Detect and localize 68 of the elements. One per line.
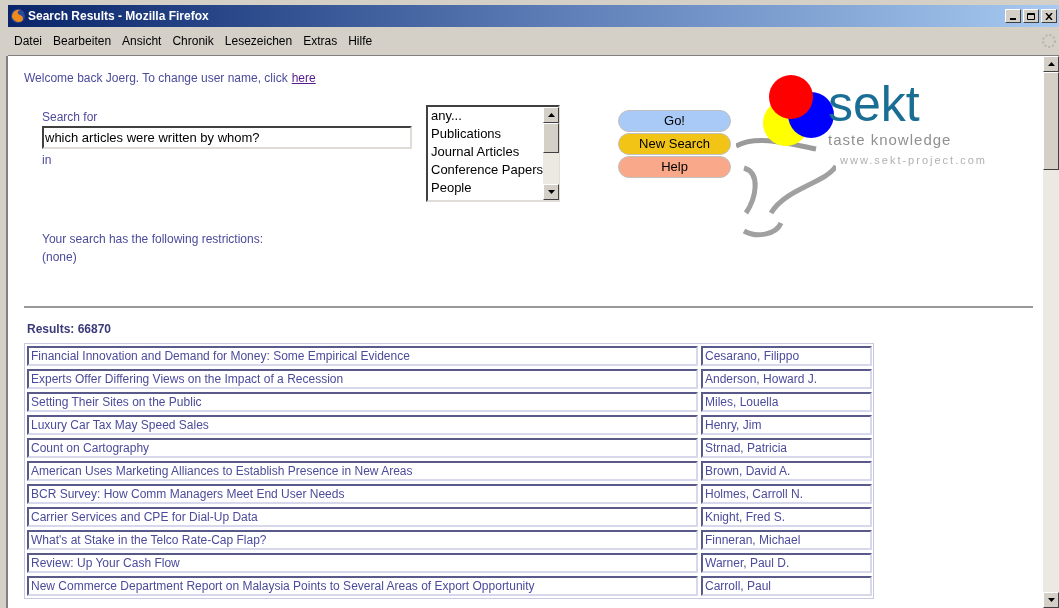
action-button[interactable]: Help — [618, 156, 731, 178]
maximize-button[interactable] — [1023, 9, 1039, 23]
title-cell[interactable]: Setting Their Sites on the Public — [27, 392, 698, 412]
scroll-up-button[interactable] — [543, 107, 559, 123]
menu-item[interactable]: Ansicht — [122, 32, 162, 50]
scroll-down-button[interactable] — [1043, 592, 1059, 608]
change-name-link[interactable]: here — [291, 69, 316, 87]
title-cell[interactable]: BCR Survey: How Comm Managers Meet End User Needs — [27, 484, 698, 504]
title-cell[interactable]: Experts Offer Differing Views on the Impact of a Recession — [27, 369, 698, 389]
close-icon — [1045, 12, 1053, 20]
throbber-icon — [1041, 33, 1057, 49]
author-cell[interactable]: Brown, David A. — [701, 461, 872, 481]
search-field[interactable]: which articles were written by whom? — [42, 126, 412, 149]
scroll-thumb[interactable] — [1043, 72, 1059, 170]
scroll-thumb[interactable] — [543, 123, 559, 153]
logo-url: www.sekt-project.com — [840, 152, 987, 168]
close-button[interactable] — [1041, 9, 1057, 23]
restrictions-heading: Your search has the following restrictions: — [42, 231, 264, 248]
author-cell[interactable]: Henry, Jim — [701, 415, 872, 435]
browser-logo-icon — [10, 8, 26, 24]
menu-item[interactable]: Datei — [14, 32, 42, 50]
list-option[interactable]: People — [431, 179, 543, 197]
author-cell[interactable]: Cesarano, Filippo — [701, 346, 872, 366]
menu-item[interactable]: Hilfe — [348, 32, 373, 50]
author-cell[interactable]: Knight, Fred S. — [701, 507, 872, 527]
menu-item[interactable]: Chronik — [172, 32, 214, 50]
restrictions-value: (none) — [42, 249, 78, 266]
logo-name: sekt — [828, 79, 921, 129]
title-cell[interactable]: Financial Innovation and Demand for Money: Some Empirical Evidence — [27, 346, 698, 366]
list-option[interactable]: any... — [431, 107, 543, 125]
author-cell[interactable]: Carroll, Paul — [701, 576, 872, 596]
down-arrow-icon — [1047, 598, 1055, 602]
author-cell[interactable]: Miles, Louella — [701, 392, 872, 412]
title-cell[interactable]: New Commerce Department Report on Malaysia Points to Several Areas of Export Opportunity — [27, 576, 698, 596]
minimize-button[interactable] — [1005, 9, 1021, 23]
menu-item[interactable]: Lesezeichen — [224, 32, 293, 50]
search-label: Search for — [42, 109, 99, 126]
author-cell[interactable]: Holmes, Carroll N. — [701, 484, 872, 504]
author-cell[interactable]: Anderson, Howard J. — [701, 369, 872, 389]
menu-item[interactable]: Bearbeiten — [53, 32, 112, 50]
title-cell[interactable]: American Uses Marketing Alliances to Establish Presence in New Areas — [27, 461, 698, 481]
down-arrow-icon — [547, 190, 555, 194]
title-cell[interactable]: What's at Stake in the Telco Rate-Cap Flap? — [27, 530, 698, 550]
author-cell[interactable]: Strnad, Patricia — [701, 438, 872, 458]
in-label: in — [42, 152, 53, 169]
list-option[interactable]: Journal Articles — [431, 143, 543, 161]
action-button[interactable]: Go! — [618, 110, 731, 132]
title-cell[interactable]: Luxury Car Tax May Speed Sales — [27, 415, 698, 435]
welcome-text: Welcome back Joerg. To change user name, click — [24, 70, 288, 87]
window-title: Search Results - Mozilla Firefox — [28, 8, 209, 25]
menu-item[interactable]: Extras — [303, 32, 338, 50]
list-option[interactable]: Conference Papers — [431, 161, 543, 179]
category-list[interactable]: any... Publications Journal Articles Conference Papers People — [426, 105, 560, 202]
scroll-up-button[interactable] — [1043, 56, 1059, 72]
results-count: Results: 66870 — [27, 321, 113, 338]
action-button[interactable]: New Search — [618, 133, 731, 155]
list-option[interactable]: Publications — [431, 125, 543, 143]
title-cell[interactable]: Review: Up Your Cash Flow — [27, 553, 698, 573]
author-cell[interactable]: Warner, Paul D. — [701, 553, 872, 573]
title-cell[interactable]: Carrier Services and CPE for Dial-Up Data — [27, 507, 698, 527]
author-cell[interactable]: Finneran, Michael — [701, 530, 872, 550]
up-arrow-icon — [547, 113, 555, 117]
maximize-icon — [1027, 12, 1035, 20]
up-arrow-icon — [1047, 62, 1055, 66]
title-cell[interactable]: Count on Cartography — [27, 438, 698, 458]
scroll-down-button[interactable] — [543, 184, 559, 200]
scrollbar[interactable] — [1043, 56, 1059, 608]
logo-tagline: taste knowledge — [828, 130, 953, 150]
